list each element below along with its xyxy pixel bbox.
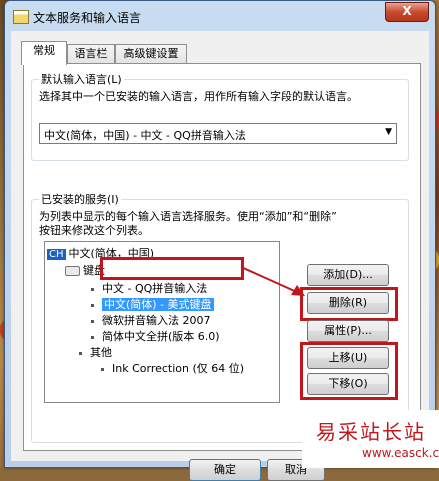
remove-button[interactable]: 删除(R) bbox=[307, 292, 389, 314]
site-watermark: 易采站长站 www.easck.com bbox=[302, 410, 439, 468]
language-badge-icon: CH bbox=[47, 249, 66, 260]
tree-keyboard-item[interactable]: 中文 - QQ拼音输入法 bbox=[91, 280, 207, 296]
move-up-button[interactable]: 上移(U) bbox=[307, 347, 389, 369]
watermark-url: www.easck.com bbox=[362, 446, 439, 460]
bullet-icon bbox=[101, 367, 104, 371]
tab-language-bar[interactable]: 语言栏 bbox=[67, 44, 115, 64]
default-language-label: 默认输入语言(L) bbox=[39, 71, 124, 87]
tree-keyboard-item[interactable]: 简体中文全拼(版本 6.0) bbox=[91, 328, 220, 344]
bullet-icon bbox=[91, 319, 94, 323]
default-language-value: 中文(简体，中国) - 中文 - QQ拼音输入法 bbox=[44, 129, 246, 142]
close-button[interactable]: X bbox=[385, 2, 429, 22]
keyboard-app-icon bbox=[13, 10, 29, 24]
installed-services-label: 已安装的服务(I) bbox=[39, 191, 121, 207]
tree-other-item[interactable]: Ink Correction (仅 64 位) bbox=[101, 360, 244, 376]
tab-advanced-key-settings[interactable]: 高级键设置 bbox=[115, 44, 187, 64]
tree-keyboard-item-selected[interactable]: 中文(简体) - 美式键盘 bbox=[91, 296, 214, 312]
properties-button[interactable]: 属性(P)... bbox=[307, 320, 389, 342]
watermark-text: 易采站长站 bbox=[316, 420, 426, 444]
bullet-icon bbox=[91, 287, 94, 291]
tree-keyboard-item[interactable]: 微软拼音输入法 2007 bbox=[91, 312, 211, 328]
bullet-icon bbox=[79, 351, 82, 355]
window-title: 文本服务和输入语言 bbox=[33, 11, 142, 25]
dialog-window: 文本服务和输入语言 X 常规 语言栏 高级键设置 默认输入语言(L) 选择其中一… bbox=[4, 0, 436, 481]
selected-item-highlight bbox=[100, 257, 244, 280]
tab-general[interactable]: 常规 bbox=[21, 41, 67, 65]
add-button[interactable]: 添加(D)... bbox=[307, 264, 389, 286]
tree-keyboard-group[interactable]: 键盘 bbox=[65, 262, 105, 278]
default-language-dropdown[interactable]: 中文(简体，中国) - 中文 - QQ拼音输入法 ▼ bbox=[39, 123, 397, 144]
installed-services-description-2: 按钮来修改这个列表。 bbox=[39, 224, 149, 237]
chevron-down-icon[interactable]: ▼ bbox=[385, 127, 392, 137]
bullet-icon bbox=[91, 303, 94, 307]
move-down-button[interactable]: 下移(O) bbox=[307, 373, 389, 395]
bullet-icon bbox=[91, 335, 94, 339]
keyboard-icon bbox=[65, 266, 80, 276]
default-language-description: 选择其中一个已安装的输入语言，用作所有输入字段的默认语言。 bbox=[39, 90, 358, 103]
ok-button[interactable]: 确定 bbox=[189, 459, 261, 481]
tree-other-group[interactable]: 其他 bbox=[79, 344, 112, 360]
title-bar[interactable]: 文本服务和输入语言 X bbox=[5, 1, 435, 31]
dialog-client: 常规 语言栏 高级键设置 默认输入语言(L) 选择其中一个已安装的输入语言，用作… bbox=[11, 31, 429, 481]
